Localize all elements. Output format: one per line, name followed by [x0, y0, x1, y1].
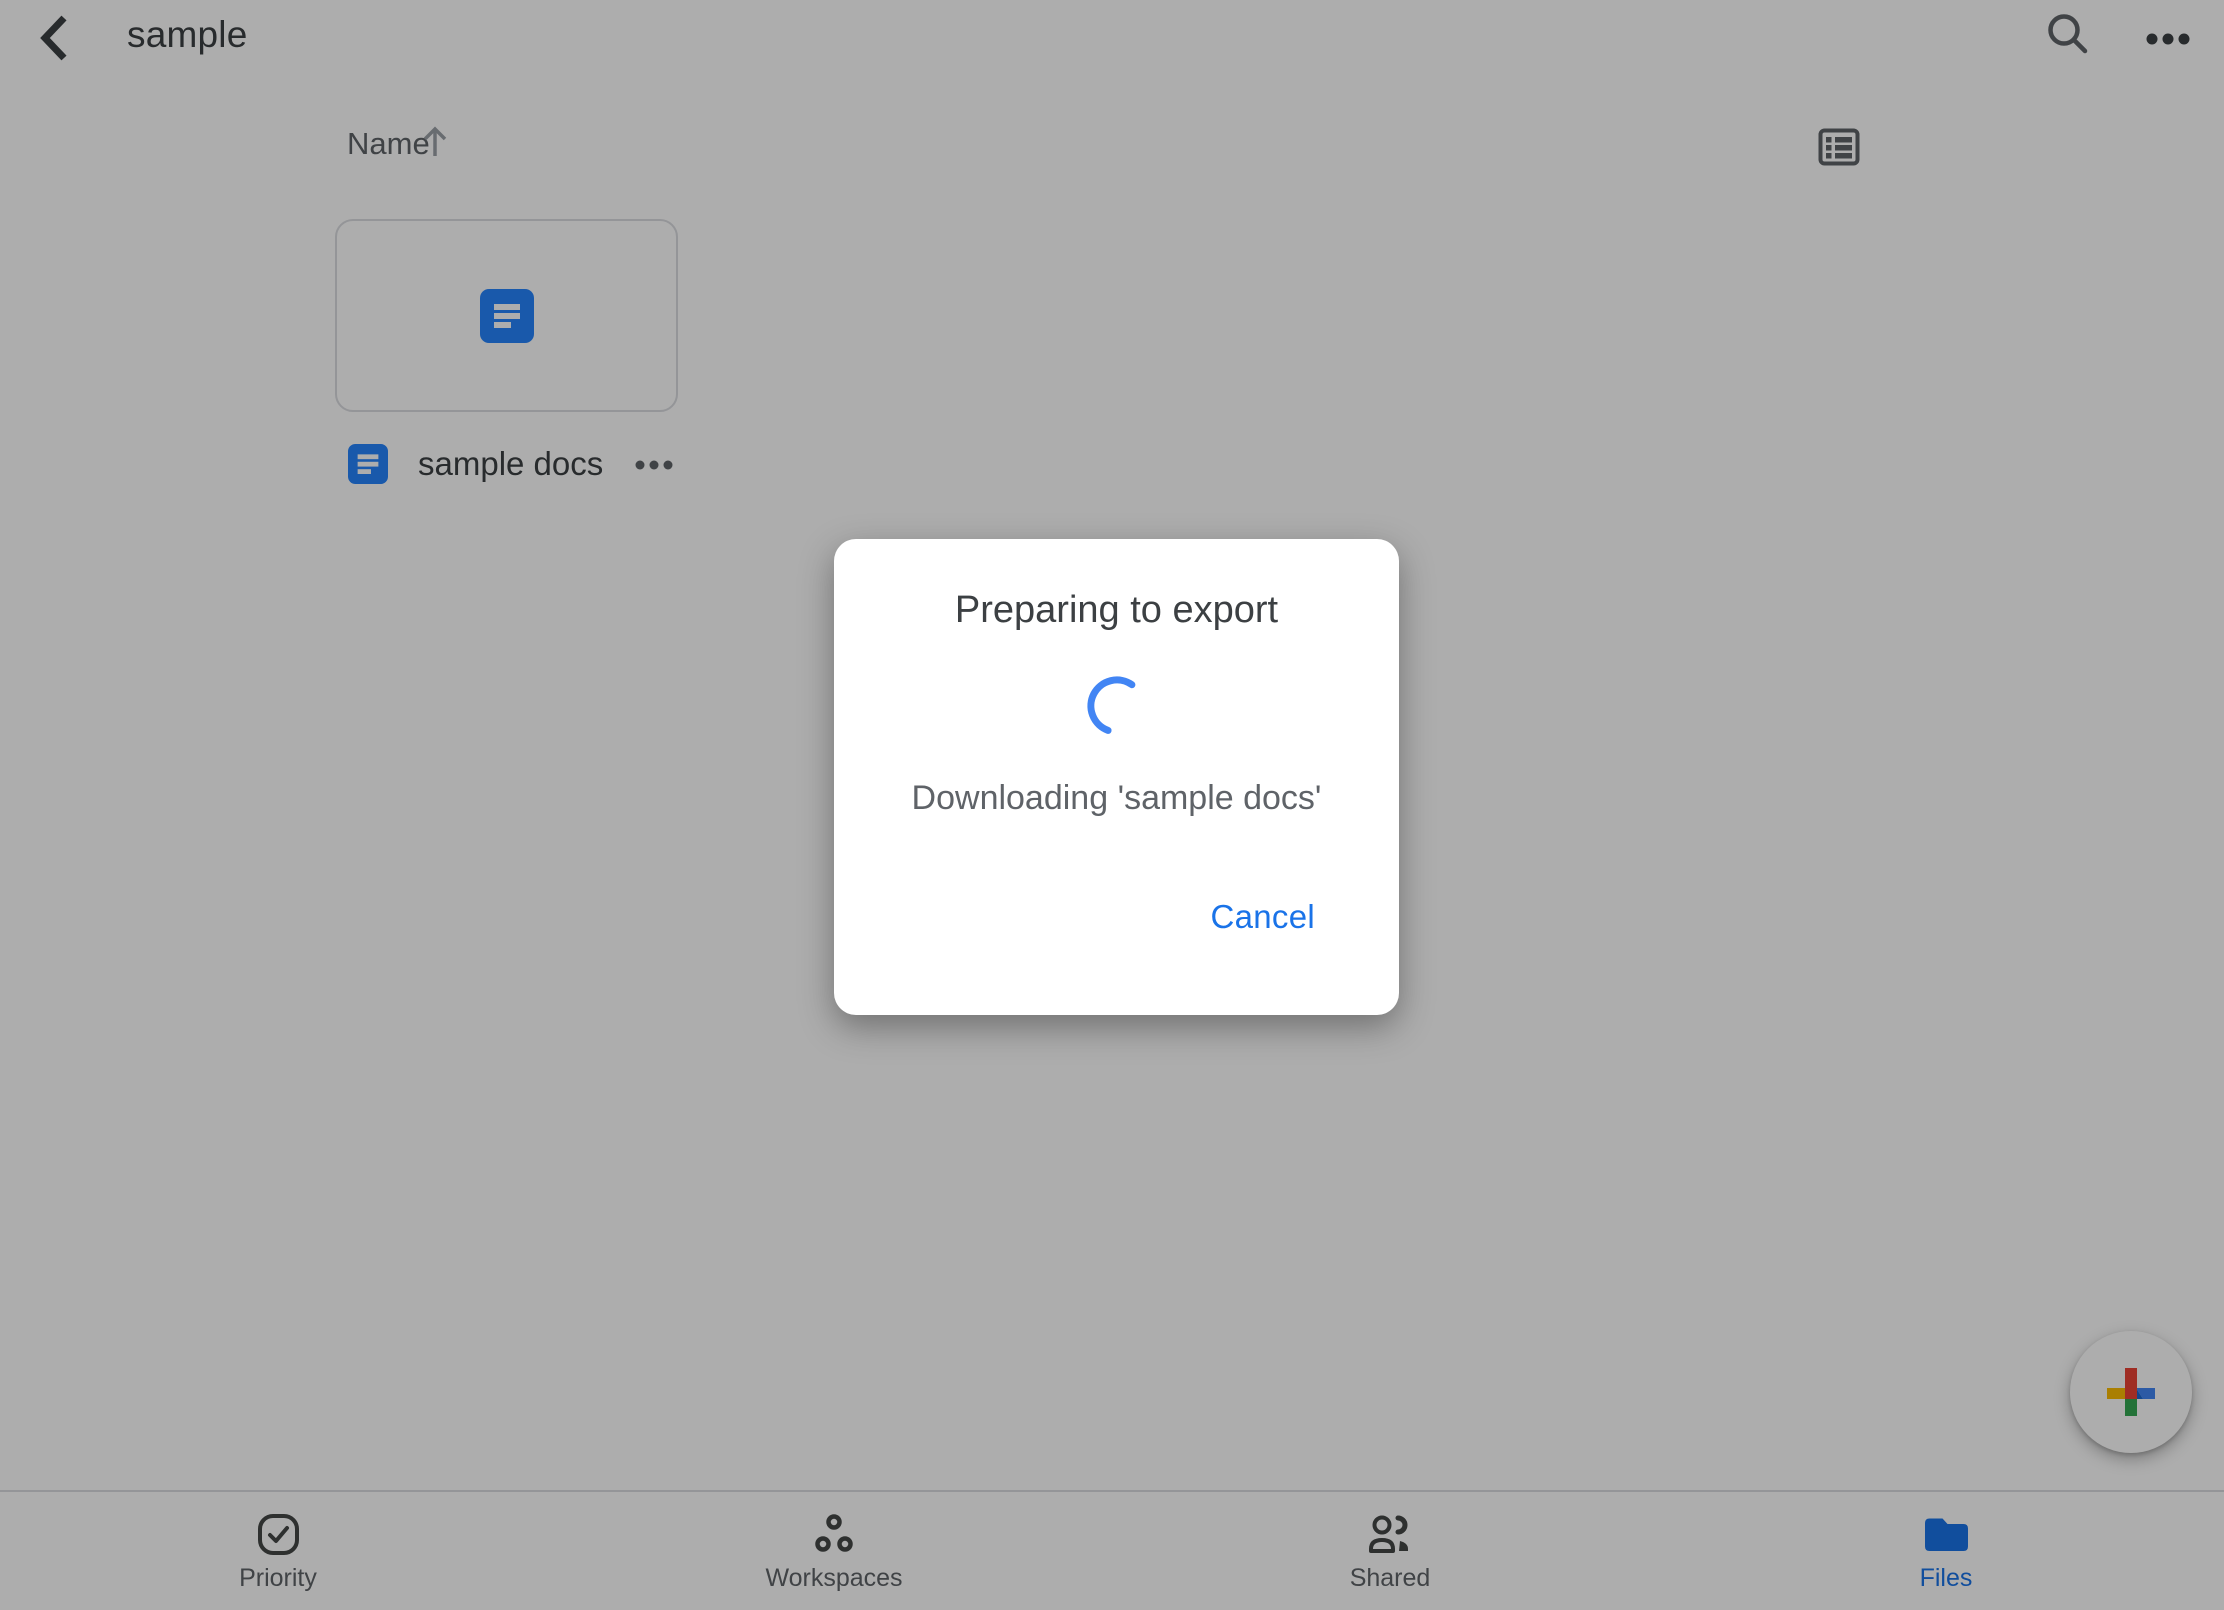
drive-app-screen: sample Name: [0, 0, 2224, 1610]
dialog-title: Preparing to export: [834, 589, 1399, 632]
loading-spinner-icon: [1081, 670, 1153, 747]
dialog-message: Downloading 'sample docs': [834, 779, 1399, 818]
preparing-to-export-dialog: Preparing to export Downloading 'sample …: [834, 539, 1399, 1015]
cancel-button[interactable]: Cancel: [1210, 897, 1315, 937]
